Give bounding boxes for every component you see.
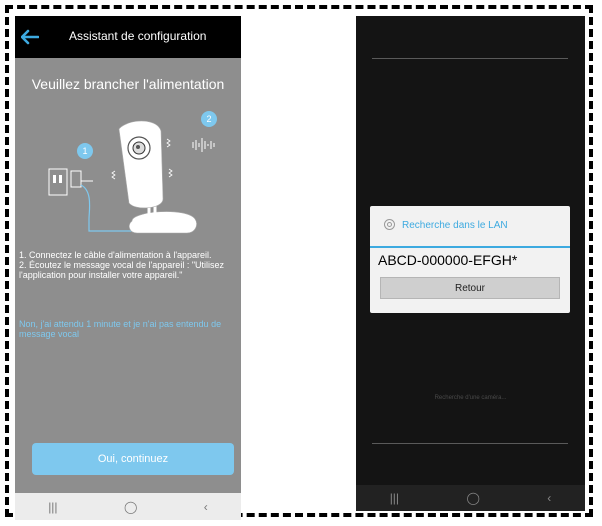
lan-search-dialog: Recherche dans le LAN ABCD-000000-EFGH* … (370, 206, 570, 313)
back-button[interactable]: Retour (380, 277, 560, 299)
divider-top (372, 58, 568, 59)
home-icon[interactable]: ◯ (124, 500, 137, 514)
search-status-text: Recherche d'une caméra... (434, 395, 507, 401)
recent-apps-icon[interactable]: ||| (390, 491, 399, 505)
header-bar: Assistant de configuration (15, 16, 241, 58)
search-target-icon (384, 219, 395, 230)
page-heading: Veuillez brancher l'alimentation (31, 76, 225, 92)
nav-back-icon[interactable]: ‹ (204, 500, 208, 514)
back-arrow-icon[interactable] (21, 29, 39, 45)
no-voice-message-link[interactable]: Non, j'ai attendu 1 minute et je n'ai pa… (19, 319, 237, 339)
device-id-text: ABCD-000000-EFGH* (378, 252, 518, 268)
dialog-title: Recherche dans le LAN (402, 220, 508, 231)
android-nav-bar: ||| ◯ ‹ (15, 493, 241, 520)
step-1-badge: 1 (82, 146, 88, 156)
android-nav-bar-dark: ||| ◯ ‹ (356, 485, 585, 511)
instructions-text: 1. Connectez le câble d'alimentation à l… (19, 250, 225, 280)
continue-button[interactable]: Oui, continuez (32, 443, 234, 475)
step-2-badge: 2 (206, 114, 212, 124)
divider-bottom (372, 443, 568, 444)
dialog-header: Recherche dans le LAN (370, 206, 570, 248)
camera-power-illustration (48, 111, 217, 234)
search-screen: Recherche dans le LAN ABCD-000000-EFGH* … (356, 16, 585, 511)
header-title: Assistant de configuration (69, 29, 207, 43)
nav-back-icon[interactable]: ‹ (547, 491, 551, 505)
setup-screen: Assistant de configuration Veuillez bran… (15, 16, 241, 520)
recent-apps-icon[interactable]: ||| (48, 500, 57, 514)
home-icon[interactable]: ◯ (466, 491, 479, 505)
